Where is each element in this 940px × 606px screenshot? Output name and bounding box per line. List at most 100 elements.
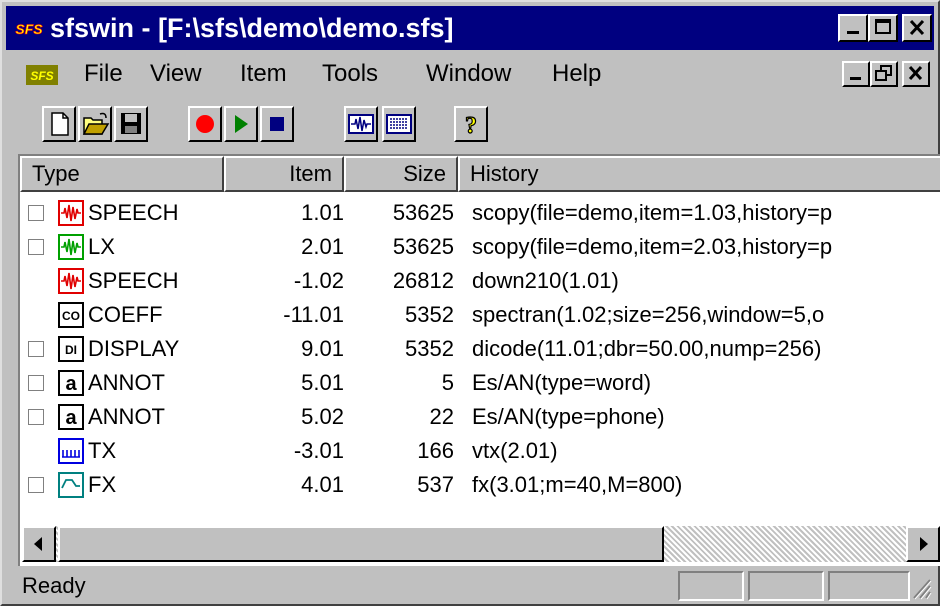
waveform-view-icon [348, 114, 374, 134]
row-history: vtx(2.01) [472, 438, 558, 463]
table-row[interactable]: a ANNOT 5.02 22 Es/AN(type=phone) [20, 400, 940, 434]
menu-window[interactable]: Window [426, 52, 511, 96]
new-file-button[interactable] [42, 106, 76, 142]
play-button[interactable] [224, 106, 258, 142]
row-checkbox[interactable] [28, 205, 44, 221]
close-icon [908, 65, 923, 81]
row-type: ANNOT [88, 404, 165, 429]
row-type: DISPLAY [88, 336, 180, 361]
scroll-thumb[interactable] [58, 526, 664, 562]
speech-waveform-icon [58, 268, 84, 294]
row-history: Es/AN(type=phone) [472, 404, 665, 429]
record-icon [196, 115, 214, 133]
minimize-icon [850, 77, 861, 80]
open-folder-icon [82, 112, 110, 135]
table-row[interactable]: TX -3.01 166 vtx(2.01) [20, 434, 940, 468]
record-button[interactable] [188, 106, 222, 142]
row-checkbox[interactable] [28, 341, 44, 357]
row-type: COEFF [88, 302, 163, 327]
status-panel [828, 571, 910, 601]
row-size: 53625 [392, 234, 454, 259]
arrow-left-icon [34, 537, 42, 551]
column-header-history[interactable]: History [458, 156, 940, 192]
coeff-icon: CO [58, 302, 84, 328]
document-icon[interactable]: SFS [26, 63, 58, 87]
open-file-button[interactable] [78, 106, 112, 142]
svg-text:?: ? [465, 113, 477, 139]
status-text: Ready [22, 573, 86, 598]
column-header-type[interactable]: Type [20, 156, 224, 192]
maximize-icon [875, 19, 891, 34]
row-item: 9.01 [301, 336, 344, 361]
row-item: -3.01 [293, 438, 344, 463]
menu-help[interactable]: Help [552, 52, 601, 96]
scroll-right-button[interactable] [906, 526, 940, 562]
table-row[interactable]: DI DISPLAY 9.01 5352 dicode(11.01;dbr=50… [20, 332, 940, 366]
svg-text:DI: DI [65, 343, 77, 357]
title-bar[interactable]: SFS sfswin - [F:\sfs\demo\demo.sfs] [6, 6, 934, 50]
application-window: SFS sfswin - [F:\sfs\demo\demo.sfs] SFS … [0, 0, 940, 606]
row-history: spectran(1.02;size=256,window=5,o [472, 302, 825, 327]
doc-close-button[interactable] [902, 61, 930, 87]
menu-view[interactable]: View [150, 52, 202, 96]
row-checkbox[interactable] [28, 239, 44, 255]
column-header-size[interactable]: Size [344, 156, 458, 192]
menu-item[interactable]: Item [240, 52, 287, 96]
horizontal-scrollbar[interactable] [22, 526, 940, 562]
row-checkbox[interactable] [28, 477, 44, 493]
row-item: -1.02 [293, 268, 344, 293]
menu-bar: SFS File View Item Tools Window Help [6, 52, 934, 96]
stop-icon [270, 117, 284, 131]
table-row[interactable]: LX 2.01 53625 scopy(file=demo,item=2.03,… [20, 230, 940, 264]
spectrogram-view-button[interactable] [382, 106, 416, 142]
save-button[interactable] [114, 106, 148, 142]
arrow-right-icon [920, 537, 928, 551]
save-disk-icon [121, 113, 141, 134]
annot-icon: a [58, 370, 84, 396]
status-panel [748, 571, 824, 601]
status-panel [678, 571, 744, 601]
resize-grip-icon[interactable] [912, 576, 932, 600]
fx-icon [58, 472, 84, 498]
row-history: fx(3.01;m=40,M=800) [472, 472, 683, 497]
svg-text:a: a [65, 373, 77, 395]
play-icon [235, 115, 248, 133]
menu-file[interactable]: File [84, 52, 123, 96]
table-row[interactable]: SPEECH 1.01 53625 scopy(file=demo,item=1… [20, 196, 940, 230]
stop-button[interactable] [260, 106, 294, 142]
row-checkbox[interactable] [28, 375, 44, 391]
table-row[interactable]: CO COEFF -11.01 5352 spectran(1.02;size=… [20, 298, 940, 332]
window-title: sfswin - [F:\sfs\demo\demo.sfs] [50, 13, 454, 43]
display-icon: DI [58, 336, 84, 362]
svg-text:SFS: SFS [15, 21, 43, 37]
row-checkbox[interactable] [28, 409, 44, 425]
table-row[interactable]: FX 4.01 537 fx(3.01;m=40,M=800) [20, 468, 940, 502]
item-list: Type Item Size History SPEECH 1.01 53625… [18, 154, 940, 566]
row-item: 1.01 [301, 200, 344, 225]
row-item: 5.01 [301, 370, 344, 395]
scroll-left-button[interactable] [22, 526, 56, 562]
svg-text:SFS: SFS [30, 69, 53, 83]
minimize-button[interactable] [838, 14, 868, 42]
close-button[interactable] [902, 14, 932, 42]
help-button[interactable]: ? [454, 106, 488, 142]
help-question-icon: ? [464, 112, 477, 139]
doc-restore-button[interactable] [870, 61, 898, 87]
row-history: scopy(file=demo,item=1.03,history=p [472, 200, 833, 225]
waveform-view-button[interactable] [344, 106, 378, 142]
column-header-item[interactable]: Item [224, 156, 344, 192]
row-item: 2.01 [301, 234, 344, 259]
row-type: FX [88, 472, 117, 497]
sfs-app-icon: SFS [12, 15, 46, 41]
spectrogram-view-icon [386, 114, 412, 134]
table-row[interactable]: a ANNOT 5.01 5 Es/AN(type=word) [20, 366, 940, 400]
menu-tools[interactable]: Tools [322, 52, 378, 96]
tx-icon [58, 438, 84, 464]
doc-minimize-button[interactable] [842, 61, 870, 87]
row-size: 5352 [405, 302, 454, 327]
maximize-button[interactable] [868, 14, 898, 42]
table-row[interactable]: SPEECH -1.02 26812 down210(1.01) [20, 264, 940, 298]
row-history: down210(1.01) [472, 268, 619, 293]
close-icon [909, 19, 925, 36]
status-bar: Ready [6, 568, 934, 604]
